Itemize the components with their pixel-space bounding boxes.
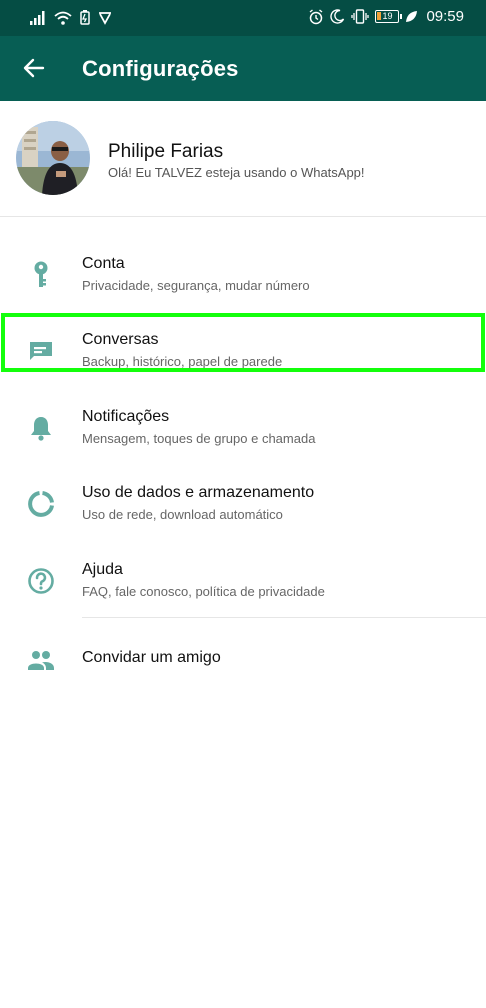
divider: [0, 216, 486, 217]
profile-name: Philipe Farias: [108, 141, 224, 162]
arrow-back-icon: [23, 58, 45, 78]
data-usage-icon: [26, 489, 56, 519]
wifi-icon: [54, 11, 72, 25]
back-button[interactable]: [14, 48, 54, 88]
settings-item-conta[interactable]: Conta Privacidade, segurança, mudar núme…: [0, 238, 486, 314]
profile-section[interactable]: Philipe Farias Olá! Eu TALVEZ esteja usa…: [0, 101, 486, 216]
avatar[interactable]: [16, 121, 90, 195]
profile-status: Olá! Eu TALVEZ esteja usando o WhatsApp!: [108, 165, 365, 180]
page-title: Configurações: [82, 56, 239, 81]
status-time: 09:59: [426, 8, 464, 25]
battery-level: 19: [382, 11, 393, 21]
help-icon: [26, 566, 56, 596]
moon-icon: [330, 9, 345, 24]
vibrate-icon: [351, 9, 370, 24]
settings-item-subtitle: Privacidade, segurança, mudar número: [82, 278, 310, 293]
profile-photo: [16, 121, 90, 195]
settings-item-uso-de-dados[interactable]: Uso de dados e armazenamento Uso de rede…: [0, 467, 486, 543]
settings-item-title: Conversas: [82, 331, 159, 348]
people-icon: [26, 646, 56, 676]
bell-icon: [26, 413, 56, 443]
key-icon: [26, 260, 56, 290]
status-right: 19 09:59: [308, 8, 464, 25]
settings-item-subtitle: Backup, histórico, papel de parede: [82, 354, 283, 369]
settings-item-title: Uso de dados e armazenamento: [82, 484, 315, 501]
settings-item-subtitle: Mensagem, toques de grupo e chamada: [82, 431, 316, 446]
battery-indicator: 19: [375, 10, 403, 23]
settings-item-notificacoes[interactable]: Notificações Mensagem, toques de grupo e…: [0, 391, 486, 467]
settings-item-subtitle: FAQ, fale conosco, política de privacida…: [82, 584, 325, 599]
status-left: [30, 10, 112, 25]
signal-icon: [30, 10, 45, 25]
settings-item-subtitle: Uso de rede, download automático: [82, 507, 283, 522]
settings-item-ajuda[interactable]: Ajuda FAQ, fale conosco, política de pri…: [0, 544, 486, 620]
settings-item-title: Ajuda: [82, 561, 123, 578]
settings-item-title: Conta: [82, 255, 125, 272]
divider: [82, 617, 486, 618]
settings-item-conversas[interactable]: Conversas Backup, histórico, papel de pa…: [0, 314, 486, 390]
settings-item-title: Notificações: [82, 408, 170, 425]
invite-friend-title: Convidar um amigo: [82, 649, 221, 666]
alarm-icon: [310, 8, 323, 24]
invite-friend-item[interactable]: Convidar um amigo: [0, 622, 486, 698]
battery-saver-icon: [80, 10, 90, 25]
leaf-icon: [406, 11, 418, 22]
status-bar: 19 09:59: [0, 0, 486, 36]
check-arrow-icon: [99, 11, 111, 25]
chat-icon: [26, 336, 56, 366]
app-bar: Configurações: [0, 36, 486, 101]
